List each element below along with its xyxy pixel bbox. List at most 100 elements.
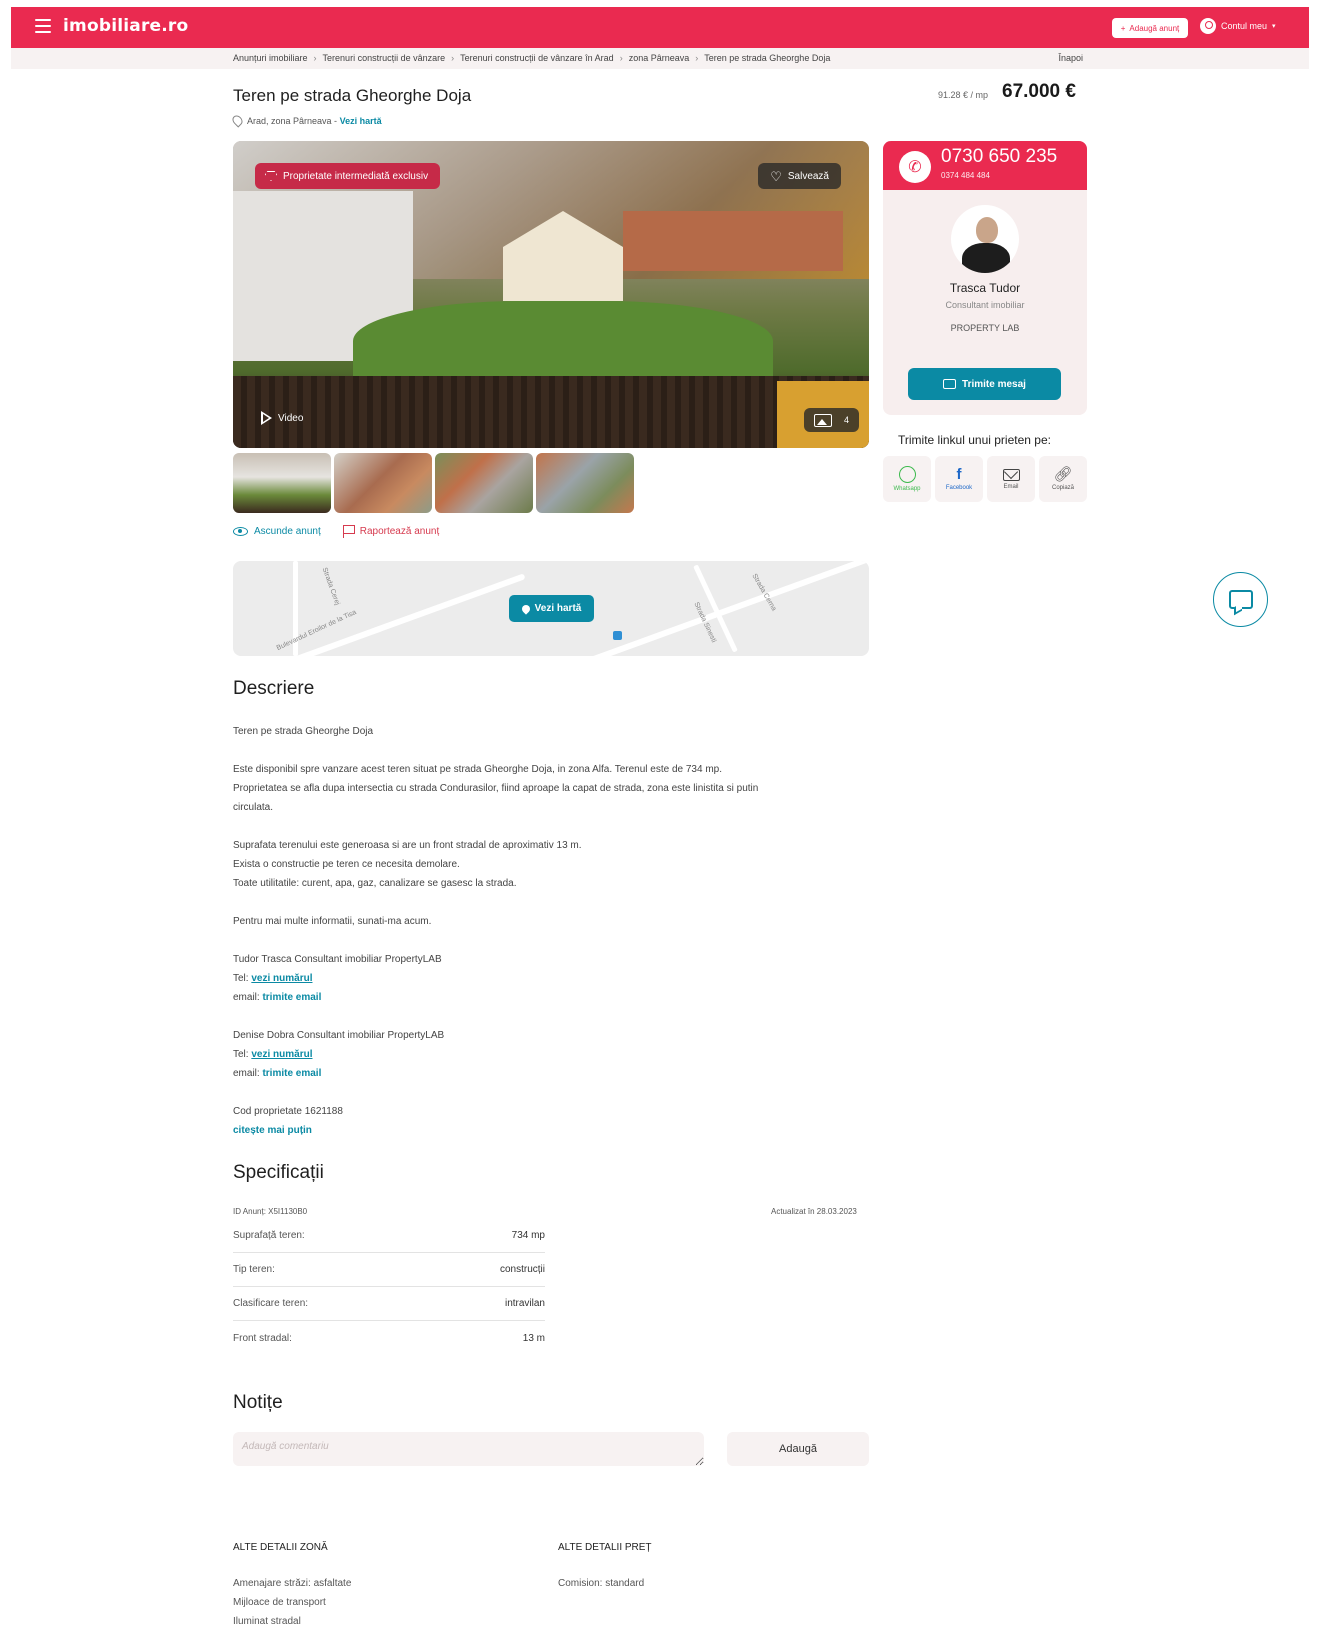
zone-details-heading: ALTE DETALII ZONĂ [233,1542,328,1553]
listing-id: ID Anunț: X5I1130B0 [233,1207,308,1216]
view-map-label: Vezi hartă [534,603,582,614]
description-line: circulata. [233,802,274,813]
share-buttons: Whatsapp f Facebook Email 🔗︎ Copiază [883,456,1087,502]
thumbnail[interactable] [536,453,634,513]
back-link[interactable]: Înapoi [1058,53,1083,63]
comment-input[interactable] [233,1432,704,1466]
exclusive-badge-label: Proprietate intermediată exclusiv [283,170,429,182]
notes-heading: Notițe [233,1392,283,1413]
share-email-button[interactable]: Email [987,456,1035,502]
map-pin-icon [519,602,532,615]
breadcrumb-bar: Anunțuri imobiliare › Terenuri construcți… [11,48,1309,69]
agent-card: ✆ 0730 650 235 0374 484 484 Trasca Tudor… [883,141,1087,415]
show-number-link[interactable]: vezi numărul [251,973,312,984]
spec-key: Suprafață teren: [233,1230,305,1241]
updated-date: Actualizat în 28.03.2023 [771,1207,857,1216]
breadcrumb-item[interactable]: zona Pârneava [629,53,690,63]
video-button[interactable]: Video [261,411,303,425]
list-item: Iluminat stradal [233,1616,301,1627]
main-photo[interactable]: Proprietate intermediată exclusiv ♡ Salv… [233,141,869,448]
price: 67.000 € [1002,81,1076,102]
description-line: Proprietatea se afla dupa intersectia cu… [233,783,759,794]
whatsapp-icon [898,466,916,483]
spec-value: 734 mp [511,1230,545,1241]
photo-gallery-button[interactable]: 4 [803,408,859,432]
thumbnail[interactable] [233,453,331,513]
description-paragraph: Suprafata terenului este generoasa si ar… [233,836,833,893]
diamond-icon [265,171,277,181]
location-text: Arad, zona Pârneava - [247,115,340,126]
add-listing-button[interactable]: + Adaugă anunț [1112,18,1188,38]
location-pin-icon [230,113,245,128]
description-paragraph: Pentru mai multe informatii, sunati-ma a… [233,912,833,931]
breadcrumb-current: Teren pe strada Gheorghe Doja [704,53,831,63]
contact-name: Denise Dobra Consultant imobiliar Proper… [233,1030,445,1041]
location-line: Arad, zona Pârneava - Vezi hartă [230,113,382,128]
send-email-link[interactable]: trimite email [262,992,321,1003]
spec-row: Suprafață teren: 734 mp [233,1219,545,1253]
specs-heading: Specificații [233,1162,324,1183]
report-label: Raportează anunț [359,526,440,537]
read-less-link[interactable]: citește mai puțin [233,1121,833,1140]
contact-block: Tudor Trasca Consultant imobiliar Proper… [233,950,833,1007]
link-icon: 🔗︎ [1053,466,1073,483]
map-road [571,561,869,656]
breadcrumb-separator-icon: › [695,53,699,63]
account-label: Contul meu [1221,21,1268,31]
breadcrumb-item[interactable]: Terenuri construcții de vânzare în Arad [460,53,614,63]
list-item: Mijloace de transport [233,1597,326,1608]
add-note-button[interactable]: Adaugă [727,1432,869,1466]
spec-value: 13 m [522,1332,545,1344]
site-logo[interactable]: imobiliare.ro [63,16,188,36]
description-line: Toate utilitatile: curent, apa, gaz, can… [233,878,517,889]
send-message-label: Trimite mesaj [962,378,1026,390]
spec-row: Tip teren: construcții [233,1253,545,1287]
description-paragraph: Teren pe strada Gheorghe Doja [233,722,833,741]
description-line: Suprafata terenului este generoasa si ar… [233,840,582,851]
map-preview[interactable]: Strada Cerej Bulevardul Eroilor de la Ti… [233,561,869,656]
breadcrumb-separator-icon: › [451,53,455,63]
thumbnail-strip [233,453,634,513]
heart-icon: ♡ [770,168,782,184]
copy-link-button[interactable]: 🔗︎ Copiază [1039,456,1087,502]
share-label: Whatsapp [893,486,921,492]
save-button[interactable]: ♡ Salvează [758,163,841,189]
share-whatsapp-button[interactable]: Whatsapp [883,456,931,502]
price-per-mp: 91.28 € / mp [938,90,989,100]
top-navbar: imobiliare.ro + Adaugă anunț Contul meu ▾ [11,7,1309,48]
view-map-link[interactable]: Vezi hartă [340,116,382,126]
specs-table: Suprafață teren: 734 mp Tip teren: constru… [233,1219,545,1355]
account-menu[interactable]: Contul meu ▾ [1200,18,1276,34]
agency-name[interactable]: PROPERTY LAB [883,323,1087,333]
send-message-button[interactable]: Trimite mesaj [908,368,1061,400]
thumbnail[interactable] [435,453,533,513]
show-number-link[interactable]: vezi numărul [251,1049,312,1060]
menu-icon[interactable] [35,19,51,33]
send-email-link[interactable]: trimite email [262,1068,321,1079]
flag-icon [342,525,355,538]
price-details-heading: ALTE DETALII PREȚ [558,1542,652,1553]
chat-button[interactable] [1213,572,1268,627]
phone-icon: ✆ [899,151,931,183]
chat-icon [1228,590,1253,609]
phone-number[interactable]: 0730 650 235 [941,146,1057,168]
view-map-button[interactable]: Vezi hartă [509,595,594,622]
breadcrumb-item[interactable]: Terenuri construcții de vânzare [323,53,446,63]
thumbnail[interactable] [334,453,432,513]
share-facebook-button[interactable]: f Facebook [935,456,983,502]
share-label: Facebook [945,485,973,491]
save-label: Salvează [787,170,829,182]
zone-details-list: Amenajare străzi: asfaltate Mijloace de … [233,1574,351,1631]
map-street-label: Strada Cerej [320,566,341,607]
phone-bar[interactable]: ✆ 0730 650 235 0374 484 484 [883,141,1087,190]
list-item: Comision: standard [558,1578,645,1589]
email-label: email: [233,992,263,1003]
report-listing-button[interactable]: Raportează anunț [342,525,440,538]
exclusive-badge: Proprietate intermediată exclusiv [255,163,441,189]
phone-number-secondary[interactable]: 0374 484 484 [941,171,990,180]
video-label: Video [278,412,304,424]
breadcrumb-item[interactable]: Anunțuri imobiliare [233,53,308,63]
map-street-label: Bulevardul Eroilor de la Tisa [275,608,358,653]
photo-count: 4 [843,415,849,425]
hide-listing-button[interactable]: Ascunde anunț [233,525,321,538]
